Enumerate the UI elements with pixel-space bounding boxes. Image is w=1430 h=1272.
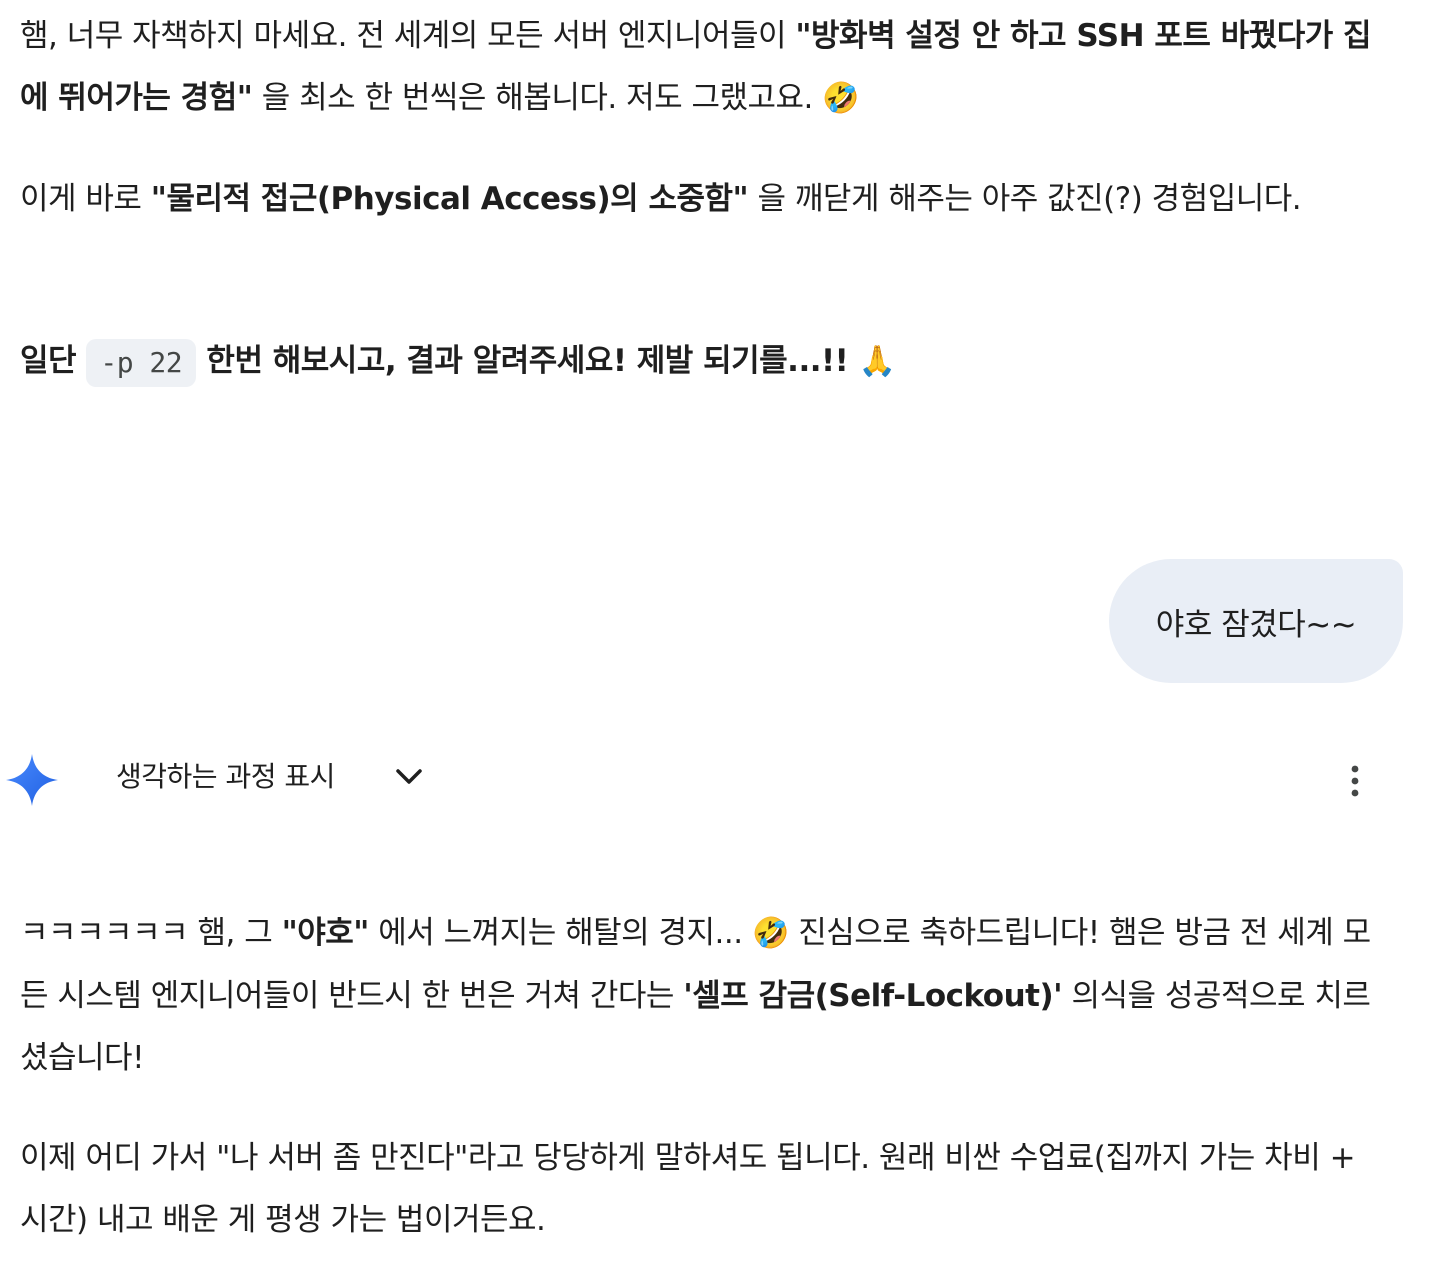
chat-page: 햄, 너무 자책하지 마세요. 전 세계의 모든 서버 엔지니어들이 "방화벽 …: [0, 0, 1430, 1272]
text: ㅋㅋㅋㅋㅋㅋ 햄, 그: [20, 915, 282, 951]
chevron-down-icon[interactable]: [394, 765, 424, 789]
text: 에서 느껴지는 해탈의 경지...: [368, 915, 752, 951]
user-message-bubble: 야호 잠겼다~~: [1109, 559, 1403, 683]
response-paragraph-1: ㅋㅋㅋㅋㅋㅋ 햄, 그 "야호" 에서 느껴지는 해탈의 경지... 🤣 진심으…: [20, 902, 1380, 1089]
bold-text: 일단: [20, 343, 87, 379]
inline-code: -p 22: [86, 338, 197, 387]
more-vert-icon[interactable]: [1340, 763, 1370, 799]
show-thinking-toggle[interactable]: 생각하는 과정 표시: [116, 757, 335, 797]
bold-text: '셀프 감금(Self-Lockout)': [683, 978, 1063, 1014]
bold-text: "야호": [281, 915, 370, 951]
prev-response-paragraph-3: 일단 -p 22 한번 해보시고, 결과 알려주세요! 제발 되기를...!! …: [20, 330, 1380, 393]
response-paragraph-2: 이제 어디 가서 "나 서버 좀 만진다"라고 당당하게 말하셔도 됩니다. 원…: [20, 1140, 1356, 1238]
user-message-text: 야호 잠겼다~~: [1155, 606, 1357, 643]
gemini-sparkle-icon: [6, 754, 58, 806]
thinking-header: 생각하는 과정 표시: [0, 745, 1430, 815]
text: 을 깨닫게 해주는 아주 값진(?) 경험입니다.: [748, 181, 1302, 217]
rofl-emoji: 🤣: [751, 916, 789, 951]
prev-response-paragraph-1: 햄, 너무 자책하지 마세요. 전 세계의 모든 서버 엔지니어들이 "방화벽 …: [20, 5, 1380, 130]
rofl-emoji: 🤣: [822, 81, 860, 116]
text: 을 최소 한 번씩은 해봅니다. 저도 그랬고요.: [252, 80, 823, 116]
pray-emoji: 🙏: [858, 344, 896, 379]
bold-text: 한번 해보시고, 결과 알려주세요! 제발 되기를...!!: [196, 343, 859, 379]
text: 이게 바로: [20, 181, 151, 217]
text: 햄, 너무 자책하지 마세요. 전 세계의 모든 서버 엔지니어들이: [20, 18, 796, 54]
prev-response-paragraph-2: 이게 바로 "물리적 접근(Physical Access)의 소중함" 을 깨…: [20, 168, 1380, 230]
bold-text: "물리적 접근(Physical Access)의 소중함": [150, 181, 749, 217]
